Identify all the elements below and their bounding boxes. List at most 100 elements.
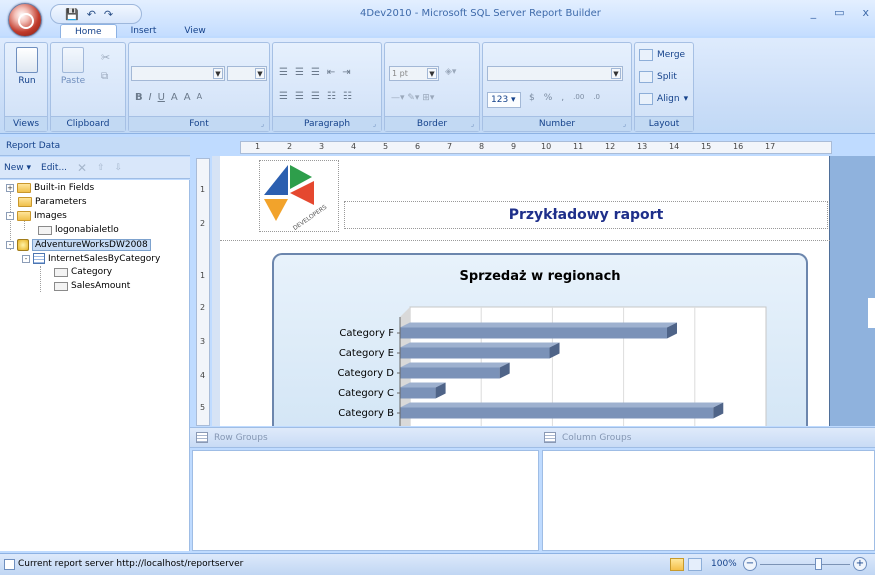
font-size-combo[interactable]: ▼	[227, 66, 267, 81]
paragraph-justify-row: ☰ ☰ ☰ ☷ ☷	[279, 91, 353, 102]
numbering-icon[interactable]: ☷	[343, 91, 353, 102]
shrink-font-button[interactable]: A	[197, 92, 202, 103]
increase-decimal-button[interactable]: .00	[573, 93, 584, 103]
bullets-icon[interactable]: ☷	[327, 91, 337, 102]
font-dialog-launcher-icon[interactable]: ⌟	[258, 120, 267, 129]
redo-icon[interactable]: ↷	[104, 8, 113, 21]
folder-icon	[17, 183, 31, 193]
row-groups-pane[interactable]	[192, 450, 539, 551]
folder-open-icon	[18, 197, 32, 207]
column-groups-header: Column Groups	[544, 432, 631, 443]
new-button[interactable]: New ▾	[4, 163, 31, 173]
quick-access-toolbar: 💾 ↶ ↷	[50, 4, 142, 24]
tab-insert[interactable]: Insert	[117, 24, 171, 38]
report-data-toolbar: New ▾ Edit... ✕ ⇧ ⇩	[0, 157, 190, 179]
design-scroll-grip[interactable]	[867, 298, 875, 328]
italic-button[interactable]: I	[149, 92, 152, 103]
number-format-button[interactable]: 123 ▾	[487, 92, 521, 108]
paragraph-group: ☰ ☰ ☰ ⇤ ⇥ ☰ ☰ ☰ ☷ ☷ Paragraph ⌟	[272, 42, 382, 132]
datasource-icon	[17, 239, 29, 251]
views-group: Run Views	[4, 42, 48, 132]
report-logo[interactable]: DEVELOPERS	[259, 160, 339, 232]
tree-node-field-salesamount[interactable]: SalesAmount	[54, 281, 130, 291]
zoom-slider-thumb[interactable]	[815, 558, 822, 570]
border-style-icon[interactable]: —▾ ✎▾ ⊞▾	[391, 93, 434, 103]
align-center-icon[interactable]: ☰	[295, 91, 305, 102]
tree-node-datasource[interactable]: - AdventureWorksDW2008	[6, 239, 151, 251]
undo-icon[interactable]: ↶	[87, 8, 96, 21]
tree-node-logo-image[interactable]: logonabialetlo	[38, 225, 119, 235]
font-color-button[interactable]: A	[171, 92, 178, 103]
copy-icon[interactable]: ⧉	[101, 71, 108, 82]
office-button[interactable]	[8, 3, 42, 37]
collapse-icon[interactable]: -	[6, 241, 14, 249]
tree-node-label: Images	[34, 211, 67, 221]
tree-node-dataset[interactable]: - InternetSalesByCategory	[22, 253, 160, 264]
collapse-icon[interactable]: -	[6, 212, 14, 220]
decrease-decimal-button[interactable]: .0	[593, 93, 600, 103]
ribbon-tabs: Home Insert View	[60, 24, 220, 38]
decrease-indent-icon[interactable]: ⇤	[327, 67, 336, 78]
logo-image: DEVELOPERS	[264, 165, 328, 232]
ruler-tick-label: 6	[415, 142, 421, 151]
align-button[interactable]: Align ▾	[639, 93, 688, 105]
ruler-tick-label: 15	[701, 142, 712, 151]
expand-icon[interactable]: +	[6, 184, 14, 192]
zoom-slider-track[interactable]	[760, 564, 850, 565]
collapse-icon[interactable]: -	[22, 254, 30, 263]
percent-button[interactable]: %	[544, 93, 553, 103]
run-label: Run	[18, 76, 36, 86]
column-groups-pane[interactable]	[542, 450, 875, 551]
align-middle-icon[interactable]: ☰	[295, 67, 305, 78]
tab-home[interactable]: Home	[60, 24, 117, 38]
chart-bar	[400, 407, 714, 419]
increase-indent-icon[interactable]: ⇥	[342, 67, 351, 78]
vertical-ruler: 1 2 1 2 3 4 5	[196, 158, 210, 426]
cut-icon[interactable]: ✂	[101, 51, 110, 64]
currency-button[interactable]: $	[529, 93, 535, 103]
number-format-combo[interactable]: ▼	[487, 66, 623, 81]
border-width-combo[interactable]: 1 pt ▼	[389, 66, 439, 81]
paste-button[interactable]: Paste	[57, 47, 89, 86]
tree-node-built-in-fields[interactable]: + Built-in Fields	[6, 183, 94, 193]
edit-button[interactable]: Edit...	[41, 163, 67, 173]
align-right-icon[interactable]: ☰	[311, 91, 321, 102]
close-button[interactable]: x	[862, 6, 869, 19]
tree-node-parameters[interactable]: Parameters	[18, 197, 87, 207]
border-dialog-launcher-icon[interactable]: ⌟	[468, 120, 477, 129]
number-dialog-launcher-icon[interactable]: ⌟	[620, 120, 629, 129]
ruler-tick-label: 10	[541, 142, 552, 151]
run-button[interactable]: Run	[11, 47, 43, 86]
grow-font-button[interactable]: A	[184, 92, 191, 103]
ruler-tick-label: 5	[200, 403, 206, 412]
move-up-icon[interactable]: ⇧	[97, 163, 105, 173]
minimize-button[interactable]: _	[811, 6, 817, 19]
paragraph-dialog-launcher-icon[interactable]: ⌟	[370, 120, 379, 129]
design-view-button[interactable]	[670, 558, 684, 571]
font-family-combo[interactable]: ▼	[131, 66, 225, 81]
align-top-icon[interactable]: ☰	[279, 67, 289, 78]
layout-group-label: Layout	[635, 116, 693, 131]
tree-node-images[interactable]: - Images	[6, 211, 67, 221]
align-bottom-icon[interactable]: ☰	[311, 67, 321, 78]
delete-icon[interactable]: ✕	[77, 161, 87, 175]
maximize-button[interactable]: ▭	[834, 6, 844, 19]
align-left-icon[interactable]: ☰	[279, 91, 289, 102]
split-button[interactable]: Split	[639, 71, 677, 83]
tree-node-field-category[interactable]: Category	[54, 267, 112, 277]
merge-button[interactable]: Merge	[639, 49, 685, 61]
tab-view[interactable]: View	[170, 24, 219, 38]
chart-area[interactable]: Sprzedaż w regionach Category F Category …	[272, 253, 808, 426]
zoom-in-button[interactable]: +	[853, 557, 867, 571]
comma-button[interactable]: ,	[561, 93, 564, 103]
groups-header: Row Groups Column Groups	[190, 427, 875, 448]
bold-button[interactable]: B	[135, 92, 143, 103]
fill-color-icon[interactable]: ◈▾	[445, 67, 456, 77]
zoom-out-button[interactable]: −	[743, 557, 757, 571]
report-builder-icon	[18, 13, 34, 29]
underline-button[interactable]: U	[158, 92, 165, 103]
save-icon[interactable]: 💾	[65, 8, 79, 21]
preview-view-button[interactable]	[688, 558, 702, 571]
move-down-icon[interactable]: ⇩	[115, 163, 123, 173]
report-title-textbox[interactable]: Przykładowy raport	[344, 201, 828, 229]
